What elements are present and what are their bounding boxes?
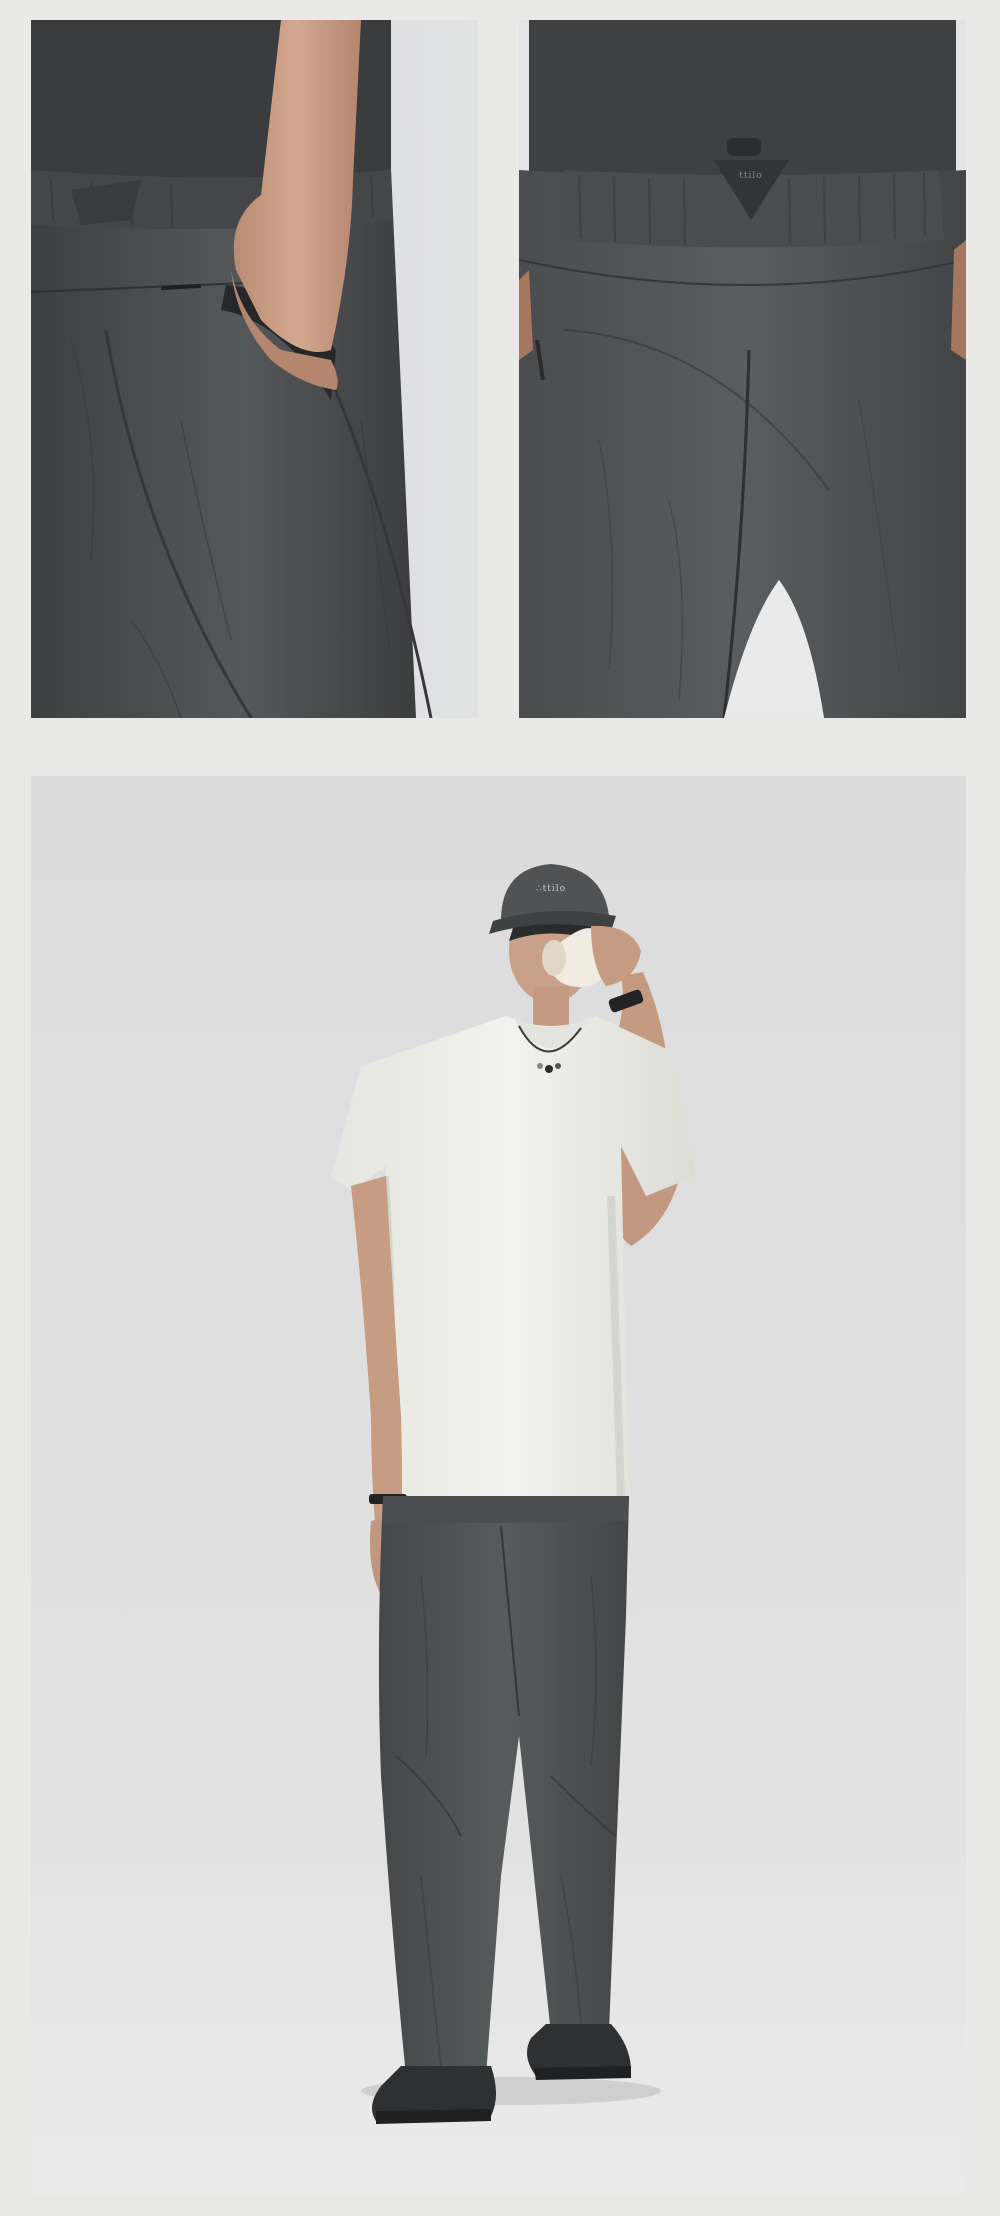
pocket-detail-image bbox=[31, 20, 478, 718]
cap-logo-text: ∴ttilo bbox=[536, 884, 566, 894]
full-look-image: ∴ttilo bbox=[31, 776, 966, 2194]
patch-logo-text: ttilo bbox=[739, 171, 762, 181]
photo-full-look: ∴ttilo bbox=[31, 776, 966, 2194]
waistband-detail-image: ttilo bbox=[519, 20, 966, 718]
photo-pocket-detail bbox=[31, 20, 478, 718]
photo-waistband-detail: ttilo bbox=[519, 20, 966, 718]
